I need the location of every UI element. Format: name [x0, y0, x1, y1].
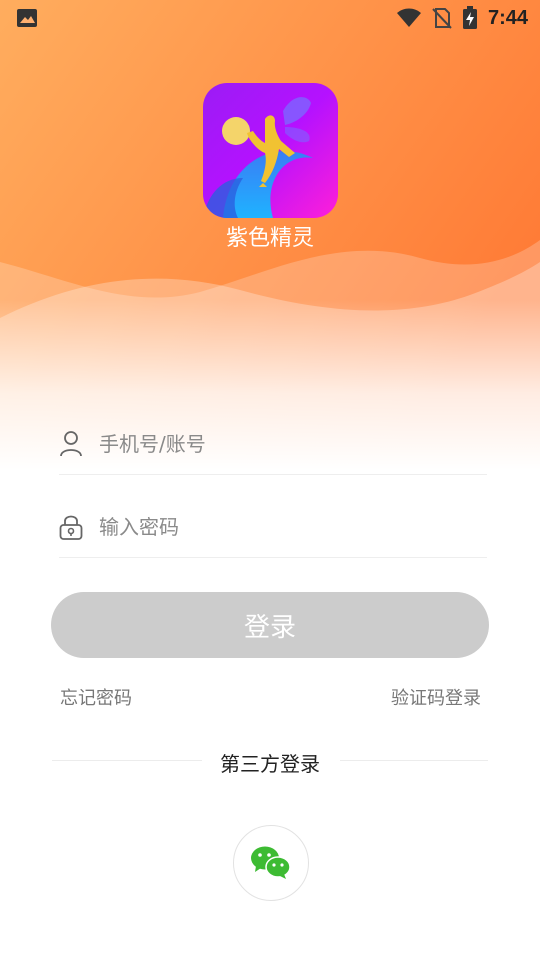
third-party-login-title: 第三方登录	[220, 752, 320, 776]
login-button[interactable]: 登录	[51, 592, 489, 658]
wifi-icon	[396, 8, 421, 27]
user-icon	[60, 431, 82, 457]
app-name: 紫色精灵	[225, 226, 314, 251]
lock-icon	[59, 515, 83, 540]
password-field	[59, 501, 487, 558]
password-input[interactable]	[99, 509, 479, 545]
wechat-login-button[interactable]	[233, 825, 309, 901]
fairy-app-icon	[203, 83, 338, 218]
account-input[interactable]	[99, 426, 479, 462]
forgot-password-link[interactable]: 忘记密码	[60, 684, 132, 710]
status-time: 7:44	[487, 6, 528, 29]
account-field	[59, 418, 487, 475]
no-sim-icon	[432, 8, 452, 29]
app-logo	[203, 83, 338, 218]
battery-charging-icon	[462, 6, 477, 29]
code-login-link[interactable]: 验证码登录	[391, 684, 481, 710]
wechat-icon	[251, 846, 291, 879]
image-icon	[17, 9, 37, 27]
status-bar: 7:44	[0, 0, 540, 36]
